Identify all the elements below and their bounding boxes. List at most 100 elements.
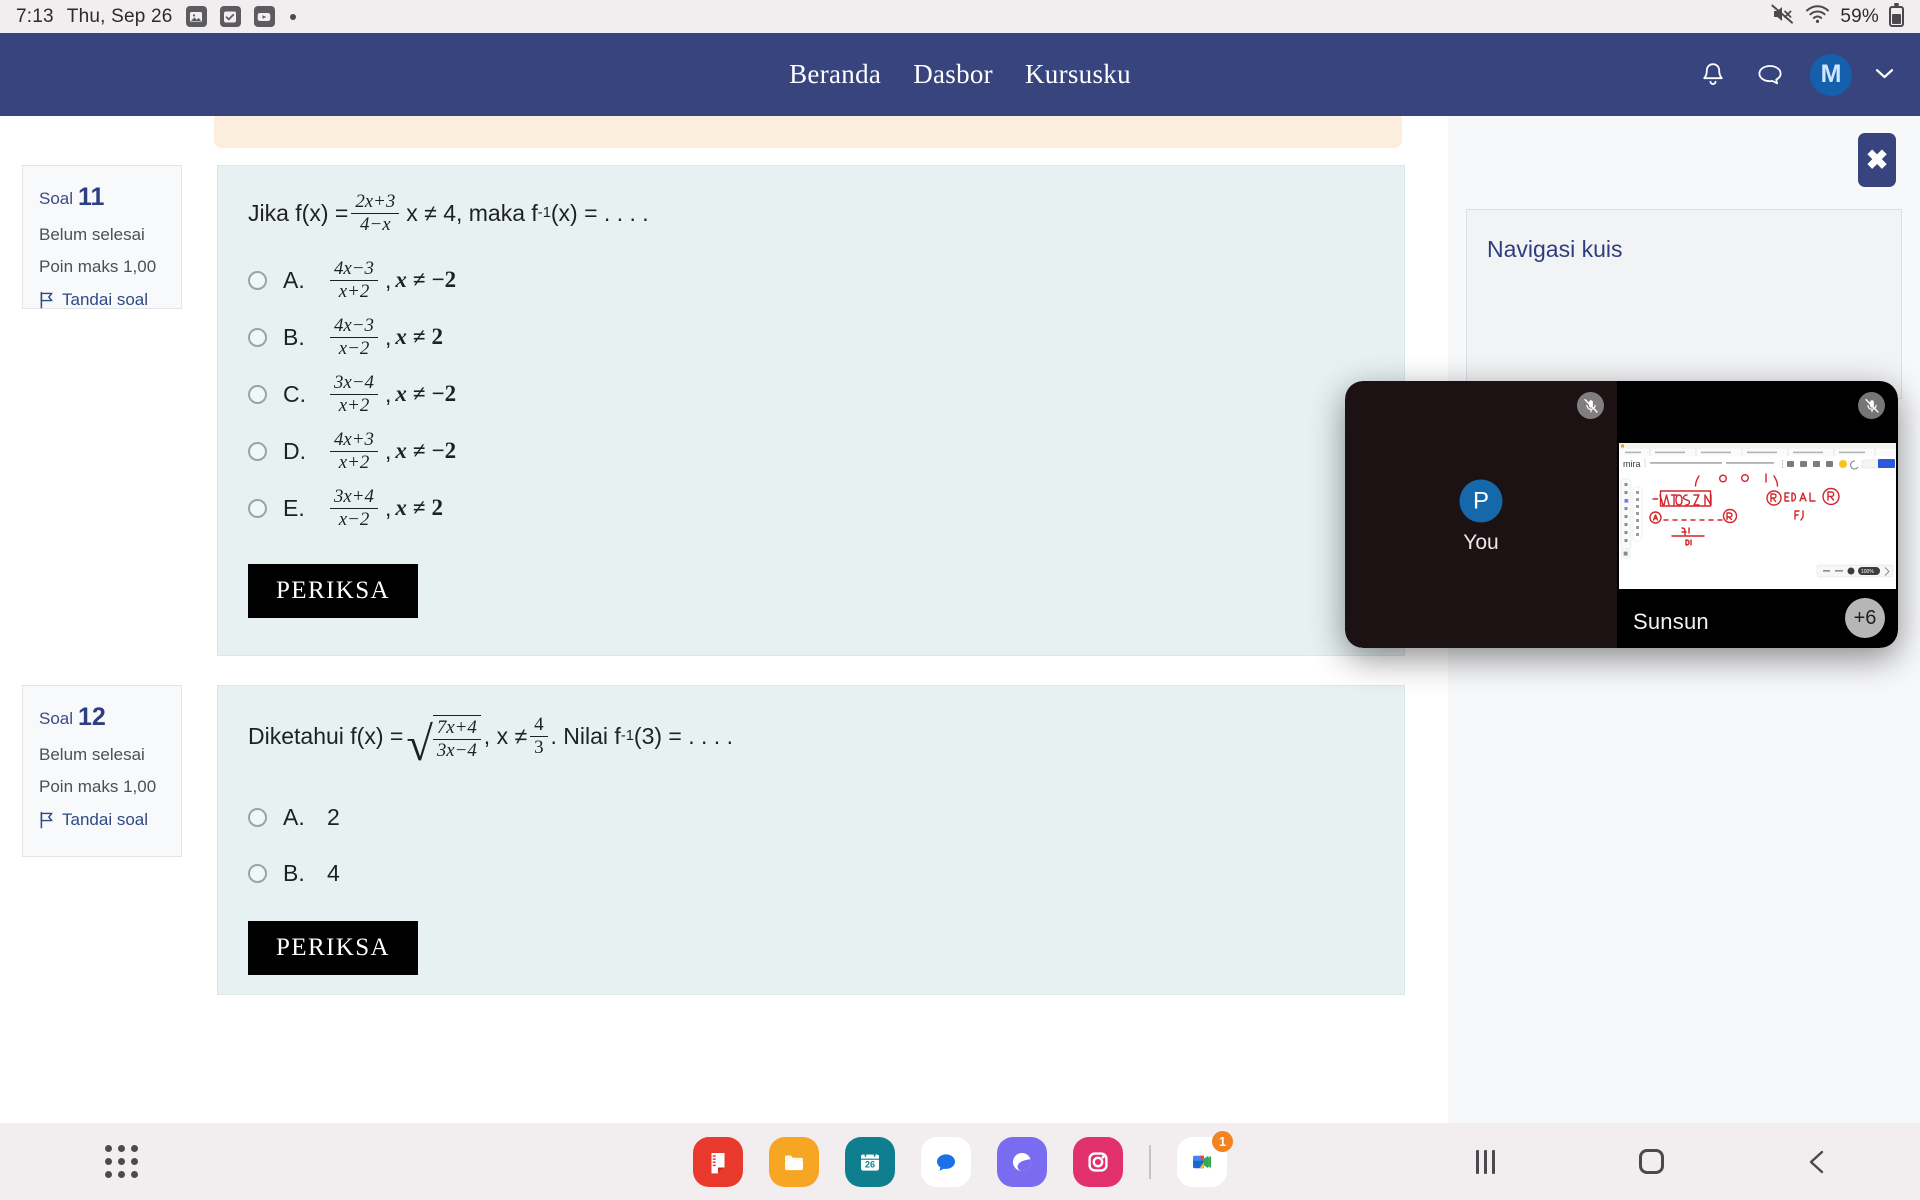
recents-icon[interactable] (1466, 1143, 1504, 1181)
option-b-11[interactable]: B. 4x−3 x−2 , x ≠ 2 (248, 315, 1374, 359)
my-files-icon[interactable] (769, 1136, 819, 1187)
check-button-12[interactable]: PERIKSA (248, 920, 418, 975)
self-name-label: You (1463, 530, 1499, 554)
svg-text:mira: mira (1623, 459, 1641, 469)
stem-prefix-12: Diketahui f(x) = (248, 722, 404, 749)
meet-tile-self[interactable]: P You (1345, 381, 1617, 648)
samsung-internet-icon[interactable] (997, 1136, 1047, 1187)
option-b-12[interactable]: B. 4 (248, 853, 1374, 895)
option-letter-a-11: A. (283, 266, 305, 293)
question-number-12: Soal 12 (39, 703, 106, 731)
meet-pip-overlay[interactable]: P You mira 100% Sunsun +6 (1345, 381, 1898, 648)
radio-a-11[interactable] (248, 270, 267, 290)
option-letter-d-11: D. (283, 437, 306, 464)
mic-off-icon (1577, 392, 1604, 419)
options-12: A. 2 B. 4 (248, 797, 1374, 895)
nav-link-beranda[interactable]: Beranda (789, 59, 881, 90)
stem-condition-11: x ≠ 4, maka f (406, 199, 538, 226)
status-time: 7:13 (16, 5, 54, 27)
back-icon[interactable] (1798, 1143, 1836, 1181)
nav-link-kursusku[interactable]: Kursusku (1025, 59, 1131, 90)
flag-label-11: Tandai soal (62, 289, 149, 309)
gallery-icon (185, 6, 207, 27)
flag-question-11[interactable]: Tandai soal (39, 290, 167, 310)
volume-mute-icon (1771, 3, 1795, 30)
messages-icon[interactable] (921, 1136, 971, 1187)
system-navigation (1466, 1143, 1836, 1181)
more-dot-icon (289, 13, 296, 20)
avatar[interactable]: M (1810, 53, 1852, 96)
instagram-icon[interactable] (1073, 1136, 1123, 1187)
stem-prefix-11: Jika f(x) = (248, 199, 349, 226)
dock-separator (1149, 1144, 1151, 1179)
status-bar-left: 7:13 Thu, Sep 26 (16, 6, 296, 28)
stem-suffix-11: (x) = . . . . (550, 199, 649, 226)
quiz-navigation-panel: Navigasi kuis (1466, 209, 1902, 399)
android-taskbar: 26 1 (0, 1123, 1920, 1200)
stem-cond-prefix-12: , x ≠ (483, 722, 528, 749)
radio-b-12[interactable] (248, 864, 267, 884)
navbar-actions: M (1696, 53, 1894, 96)
question-state-12: Belum selesai (39, 744, 145, 764)
quiz-content-column: Soal 11 Belum selesai Poin maks 1,00 Tand… (0, 116, 1448, 1123)
question-card-11: Jika f(x) = 2x+3 4−x x ≠ 4, maka f -1 (x… (217, 165, 1405, 656)
option-letter-b-12: B. (283, 860, 305, 887)
question-stem-11: Jika f(x) = 2x+3 4−x x ≠ 4, maka f -1 (x… (248, 192, 1374, 235)
question-stem-12: Diketahui f(x) = √ 7x+4 3x−4 , x ≠ 4 3 .… (248, 712, 1374, 769)
meet-tile-presenter[interactable]: mira 100% Sunsun +6 (1617, 381, 1898, 648)
status-date: Thu, Sep 26 (66, 5, 173, 27)
nav-link-dasbor[interactable]: Dasbor (913, 59, 993, 90)
flag-icon (39, 291, 55, 309)
flag-question-12[interactable]: Tandai soal (39, 810, 167, 830)
samsung-notes-icon[interactable] (693, 1136, 743, 1187)
option-d-11[interactable]: D. 4x+3 x+2 , x ≠ −2 (248, 429, 1374, 473)
option-a-11[interactable]: A. 4x−3 x+2 , x ≠ −2 (248, 258, 1374, 302)
mic-off-icon (1858, 392, 1885, 419)
radio-d-11[interactable] (248, 441, 267, 461)
chat-bubble-icon[interactable] (1753, 58, 1787, 92)
question-number-11: Soal 11 (39, 183, 105, 211)
navbar-links: Beranda Dasbor Kursusku (0, 59, 1920, 90)
stem-tail-suffix-12: (3) = . . . . (633, 722, 733, 749)
stem-sup-12: -1 (620, 728, 634, 745)
home-icon[interactable] (1632, 1143, 1670, 1181)
meet-badge: 1 (1212, 1130, 1233, 1152)
stem-sqrt-12: √ 7x+4 3x−4 (406, 712, 481, 769)
option-c-11[interactable]: C. 3x−4 x+2 , x ≠ −2 (248, 372, 1374, 416)
radio-e-11[interactable] (248, 498, 267, 518)
radio-a-12[interactable] (248, 808, 267, 828)
radio-c-11[interactable] (248, 384, 267, 404)
option-letter-a-12: A. (283, 804, 305, 831)
option-value-a-12: 2 (327, 804, 340, 831)
quiz-info-banner (214, 116, 1402, 148)
android-status-bar: 7:13 Thu, Sep 26 59% (0, 0, 1920, 33)
option-a-12[interactable]: A. 2 (248, 797, 1374, 839)
question-info-12: Soal 12 Belum selesai Poin maks 1,00 Tand… (22, 685, 182, 857)
youtube-icon (253, 6, 275, 27)
option-e-11[interactable]: E. 3x+4 x−2 , x ≠ 2 (248, 486, 1374, 530)
close-icon[interactable]: ✖ (1858, 133, 1896, 187)
radio-b-11[interactable] (248, 327, 267, 347)
bell-icon[interactable] (1696, 58, 1730, 92)
question-block-11: Soal 11 Belum selesai Poin maks 1,00 Tand… (22, 165, 1405, 656)
stem-sup-11: -1 (537, 205, 551, 222)
question-block-12: Soal 12 Belum selesai Poin maks 1,00 Tand… (22, 685, 1405, 995)
shared-screen-thumbnail: mira 100% (1619, 443, 1896, 589)
option-math-a-11: 4x−3 x+2 , x ≠ −2 (327, 258, 456, 302)
option-letter-b-11: B. (283, 323, 305, 350)
flag-label-12: Tandai soal (62, 809, 149, 829)
participants-overflow-badge[interactable]: +6 (1845, 598, 1885, 638)
question-points-12: Poin maks 1,00 (39, 777, 157, 797)
presenter-name-label: Sunsun (1633, 609, 1709, 634)
option-math-d-11: 4x+3 x+2 , x ≠ −2 (327, 429, 456, 473)
question-card-12: Diketahui f(x) = √ 7x+4 3x−4 , x ≠ 4 3 .… (217, 685, 1405, 995)
option-value-b-12: 4 (327, 860, 340, 887)
calendar-day-label: 26 (865, 1159, 875, 1169)
option-letter-e-11: E. (283, 494, 305, 521)
question-state-11: Belum selesai (39, 224, 145, 244)
option-math-b-11: 4x−3 x−2 , x ≠ 2 (327, 315, 443, 359)
chevron-down-icon[interactable] (1875, 65, 1894, 85)
google-meet-icon[interactable]: 1 (1177, 1130, 1233, 1187)
check-button-11[interactable]: PERIKSA (248, 563, 418, 618)
calendar-icon[interactable]: 26 (845, 1136, 895, 1187)
